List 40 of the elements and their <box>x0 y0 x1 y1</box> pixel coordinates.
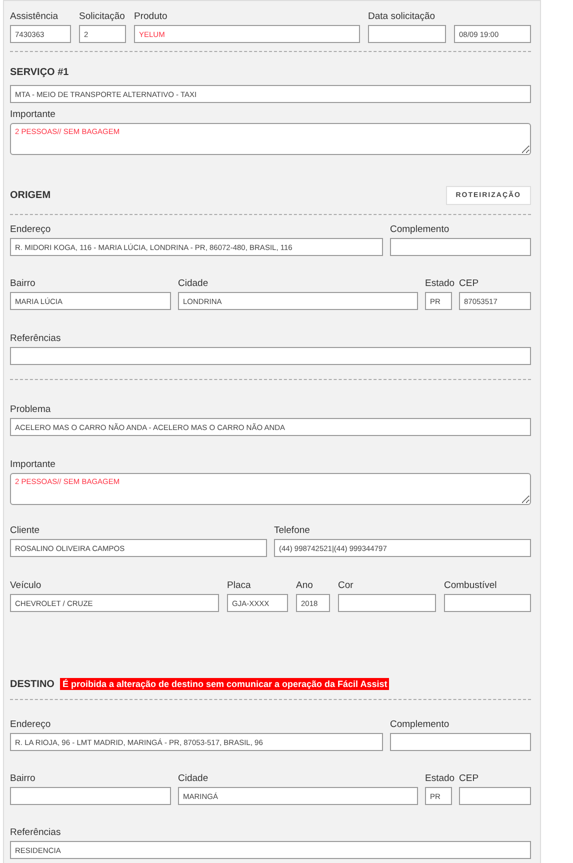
field-label: CEP <box>459 773 479 785</box>
field-label: Complemento <box>390 719 450 731</box>
field-label: Cor <box>338 580 354 592</box>
input-field[interactable] <box>444 594 531 612</box>
input-field[interactable] <box>459 787 531 805</box>
section-title: SERVIÇO #1 <box>10 66 69 78</box>
field-label: Estado <box>425 278 455 290</box>
field-label: Data solicitação <box>368 11 436 23</box>
field-label: Ano <box>296 580 313 592</box>
input-field[interactable] <box>10 787 171 805</box>
field-label: Veículo <box>10 580 42 592</box>
field-label: Endereço <box>10 719 51 731</box>
field-label: Complemento <box>390 224 450 236</box>
field-label: Assistência <box>10 11 58 23</box>
field-label: Combustível <box>444 580 497 592</box>
input-field[interactable] <box>338 594 436 612</box>
warning-notice: É proibida a alteração de destino sem comunicar a operação da Fácil Assist <box>60 678 390 690</box>
field-label: Cidade <box>178 278 208 290</box>
field-label: Problema <box>10 404 51 416</box>
field-label: Endereço <box>10 224 51 236</box>
input-field[interactable] <box>10 347 531 365</box>
field-label: Referências <box>10 333 61 345</box>
field-label: Estado <box>425 773 455 785</box>
field-label: Importante <box>10 459 56 471</box>
input-field[interactable] <box>368 25 446 43</box>
section-title: ORIGEM <box>10 190 51 200</box>
field-label: Placa <box>227 580 251 592</box>
field-label: Cidade <box>178 773 208 785</box>
section-title: DESTINO <box>10 678 54 690</box>
field-label: Bairro <box>10 278 36 290</box>
input-field[interactable] <box>390 238 531 256</box>
field-label: Produto <box>134 11 168 23</box>
field-label: Referências <box>10 827 61 839</box>
field-label: Telefone <box>274 525 310 537</box>
input-field[interactable] <box>390 733 531 751</box>
field-label: Importante <box>10 109 56 121</box>
field-label: Cliente <box>10 525 40 537</box>
field-label: Solicitação <box>79 11 125 23</box>
field-label: CEP <box>459 278 479 290</box>
field-label: Bairro <box>10 773 36 785</box>
